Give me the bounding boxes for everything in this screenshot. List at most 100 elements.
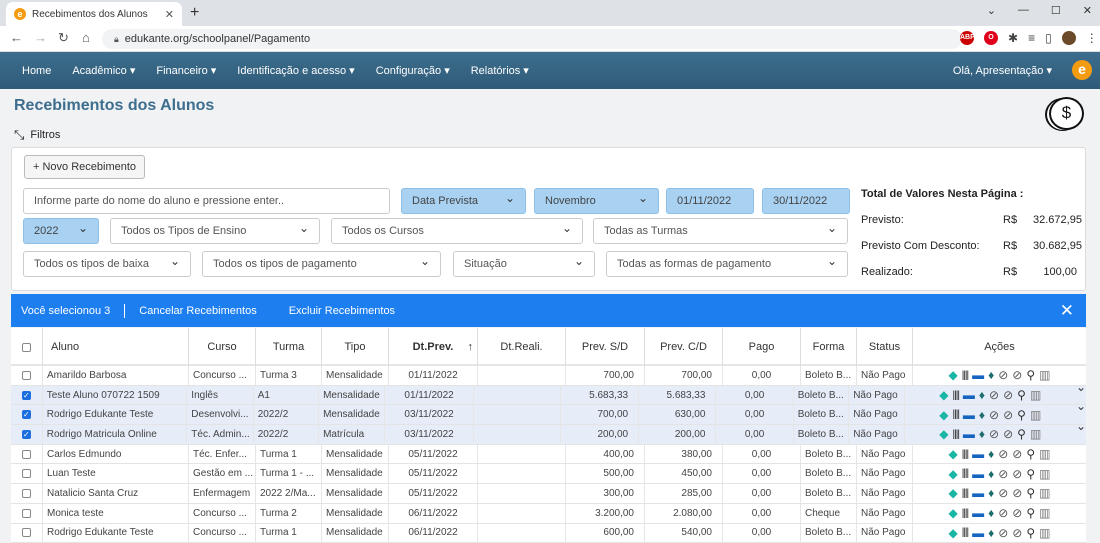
nav-identificacao[interactable]: Identificação e acesso ▾ bbox=[237, 64, 354, 77]
diamond-icon[interactable]: ◆ bbox=[939, 408, 948, 422]
col-status[interactable]: Status bbox=[857, 328, 913, 366]
gem-icon[interactable]: ♦ bbox=[979, 408, 985, 422]
diamond-icon[interactable]: ◆ bbox=[948, 506, 957, 520]
card-icon[interactable]: ▬ bbox=[963, 408, 975, 422]
card-icon[interactable]: ▬ bbox=[972, 368, 984, 382]
diamond-icon[interactable]: ◆ bbox=[948, 526, 957, 540]
table-row[interactable]: ✓ Rodrigo Edukante Teste Desenvolvi... 2022… bbox=[11, 405, 1086, 426]
table-row[interactable]: Carlos Edmundo Téc. Enfer... Turma 1 Mensal… bbox=[11, 444, 1086, 465]
diamond-icon[interactable]: ◆ bbox=[939, 427, 948, 441]
row-checkbox[interactable] bbox=[22, 370, 31, 380]
nav-relatorios[interactable]: Relatórios ▾ bbox=[471, 64, 529, 77]
home-icon[interactable]: ⌂ bbox=[82, 30, 90, 45]
month-select[interactable]: Novembro bbox=[534, 188, 659, 214]
barcode-icon[interactable]: |||| bbox=[962, 527, 969, 538]
gem-icon[interactable]: ♦ bbox=[979, 427, 985, 441]
search-icon[interactable]: ⚲ bbox=[1026, 526, 1035, 540]
close-window-icon[interactable]: ✕ bbox=[1083, 4, 1092, 17]
barcode-icon[interactable]: |||| bbox=[962, 508, 969, 519]
row-checkbox[interactable] bbox=[22, 528, 31, 538]
back-icon[interactable]: ← bbox=[10, 30, 23, 45]
search-icon[interactable]: ⚲ bbox=[1026, 506, 1035, 520]
trash-icon[interactable]: ▥ bbox=[1030, 408, 1041, 422]
link-icon[interactable]: ⊘ bbox=[998, 526, 1008, 540]
link-icon[interactable]: ⊘ bbox=[998, 506, 1008, 520]
barcode-icon[interactable]: |||| bbox=[953, 409, 960, 420]
barcode-icon[interactable]: |||| bbox=[962, 488, 969, 499]
gem-icon[interactable]: ♦ bbox=[988, 486, 994, 500]
barcode-icon[interactable]: |||| bbox=[962, 370, 969, 381]
new-tab-icon[interactable]: + bbox=[190, 4, 199, 22]
cancel-receipts-button[interactable]: Cancelar Recebimentos bbox=[139, 305, 256, 317]
nav-academico[interactable]: Acadêmico ▾ bbox=[72, 64, 135, 77]
filters-toggle[interactable]: ⤡ Filtros bbox=[14, 127, 60, 143]
search-icon[interactable]: ⚲ bbox=[1026, 368, 1035, 382]
payment-type-select[interactable]: Todos os tipos de pagamento bbox=[202, 251, 441, 277]
card-icon[interactable]: ▬ bbox=[972, 447, 984, 461]
gem-icon[interactable]: ♦ bbox=[988, 506, 994, 520]
search-icon[interactable]: ⚲ bbox=[1026, 486, 1035, 500]
delete-receipts-button[interactable]: Excluir Recebimentos bbox=[289, 305, 395, 317]
link-icon[interactable]: ⊘ bbox=[1012, 486, 1022, 500]
trash-icon[interactable]: ▥ bbox=[1039, 368, 1050, 382]
search-icon[interactable]: ⚲ bbox=[1017, 388, 1026, 402]
link-icon[interactable]: ⊘ bbox=[1012, 526, 1022, 540]
col-dtprev[interactable]: Dt.Prev. ↑ bbox=[389, 328, 478, 366]
link-icon[interactable]: ⊘ bbox=[998, 486, 1008, 500]
nav-configuracao[interactable]: Configuração ▾ bbox=[376, 64, 450, 77]
link-icon[interactable]: ⊘ bbox=[1012, 447, 1022, 461]
link-icon[interactable]: ⊘ bbox=[1012, 467, 1022, 481]
col-forma[interactable]: Forma bbox=[801, 328, 857, 366]
barcode-icon[interactable]: |||| bbox=[953, 390, 960, 401]
row-checkbox[interactable] bbox=[22, 469, 31, 479]
discharge-type-select[interactable]: Todos os tipos de baixa bbox=[23, 251, 191, 277]
sidepanel-icon[interactable]: ▯ bbox=[1045, 31, 1052, 45]
url-field[interactable]: 🔒︎ edukante.org/schoolpanel/Pagamento bbox=[102, 29, 962, 49]
link-icon[interactable]: ⊘ bbox=[1003, 388, 1013, 402]
diamond-icon[interactable]: ◆ bbox=[948, 467, 957, 481]
puzzle-icon[interactable]: ✱ bbox=[1008, 31, 1018, 45]
adblock-icon[interactable]: ABP bbox=[960, 31, 975, 45]
gem-icon[interactable]: ♦ bbox=[979, 388, 985, 402]
row-checkbox[interactable]: ✓ bbox=[21, 410, 31, 420]
diamond-icon[interactable]: ◆ bbox=[939, 388, 948, 402]
link-icon[interactable]: ⊘ bbox=[1012, 506, 1022, 520]
table-row[interactable]: Monica teste Concurso ... Turma 2 Mensalida… bbox=[11, 503, 1086, 524]
col-dtreal[interactable]: Dt.Reali. bbox=[478, 328, 566, 366]
search-icon[interactable]: ⚲ bbox=[1026, 467, 1035, 481]
link-icon[interactable]: ⊘ bbox=[989, 408, 999, 422]
student-search-input[interactable]: Informe parte do nome do aluno e pressio… bbox=[23, 188, 390, 214]
col-aluno[interactable]: Aluno bbox=[43, 328, 189, 366]
table-row[interactable]: ✓ Rodrigo Matricula Online Téc. Admin... 20… bbox=[11, 425, 1086, 445]
browser-tab[interactable]: e Recebimentos dos Alunos ✕ bbox=[6, 2, 182, 26]
tab-search-icon[interactable]: ⌄ bbox=[987, 4, 996, 17]
col-prevsd[interactable]: Prev. S/D bbox=[566, 328, 645, 366]
maximize-icon[interactable]: ☐ bbox=[1051, 4, 1061, 17]
barcode-icon[interactable]: |||| bbox=[953, 429, 960, 440]
diamond-icon[interactable]: ◆ bbox=[948, 447, 957, 461]
row-checkbox[interactable]: ✓ bbox=[21, 429, 31, 439]
link-icon[interactable]: ⊘ bbox=[998, 447, 1008, 461]
col-prevcd[interactable]: Prev. C/D bbox=[645, 328, 723, 366]
avatar[interactable] bbox=[1061, 31, 1076, 45]
link-icon[interactable]: ⊘ bbox=[1003, 408, 1013, 422]
table-row[interactable]: Amarildo Barbosa Concurso ... Turma 3 Mensa… bbox=[11, 366, 1086, 386]
card-icon[interactable]: ▬ bbox=[972, 486, 984, 500]
card-icon[interactable]: ▬ bbox=[972, 467, 984, 481]
reload-icon[interactable]: ↻ bbox=[58, 30, 69, 46]
trash-icon[interactable]: ▥ bbox=[1039, 467, 1050, 481]
menu-icon[interactable]: ⋮ bbox=[1086, 31, 1098, 45]
teaching-type-select[interactable]: Todos os Tipos de Ensino bbox=[110, 218, 320, 244]
search-icon[interactable]: ⚲ bbox=[1017, 408, 1026, 422]
col-curso[interactable]: Curso bbox=[189, 328, 256, 366]
diamond-icon[interactable]: ◆ bbox=[948, 368, 957, 382]
gem-icon[interactable]: ♦ bbox=[988, 447, 994, 461]
gem-icon[interactable]: ♦ bbox=[988, 467, 994, 481]
search-icon[interactable]: ⚲ bbox=[1017, 427, 1026, 441]
new-receipt-button[interactable]: + Novo Recebimento bbox=[24, 155, 146, 179]
barcode-icon[interactable]: |||| bbox=[962, 449, 969, 460]
search-icon[interactable]: ⚲ bbox=[1026, 447, 1035, 461]
date-type-select[interactable]: Data Prevista bbox=[401, 188, 526, 214]
payment-form-select[interactable]: Todas as formas de pagamento bbox=[606, 251, 848, 277]
table-row[interactable]: Luan Teste Gestão em ... Turma 1 - ... Mens… bbox=[11, 464, 1086, 485]
